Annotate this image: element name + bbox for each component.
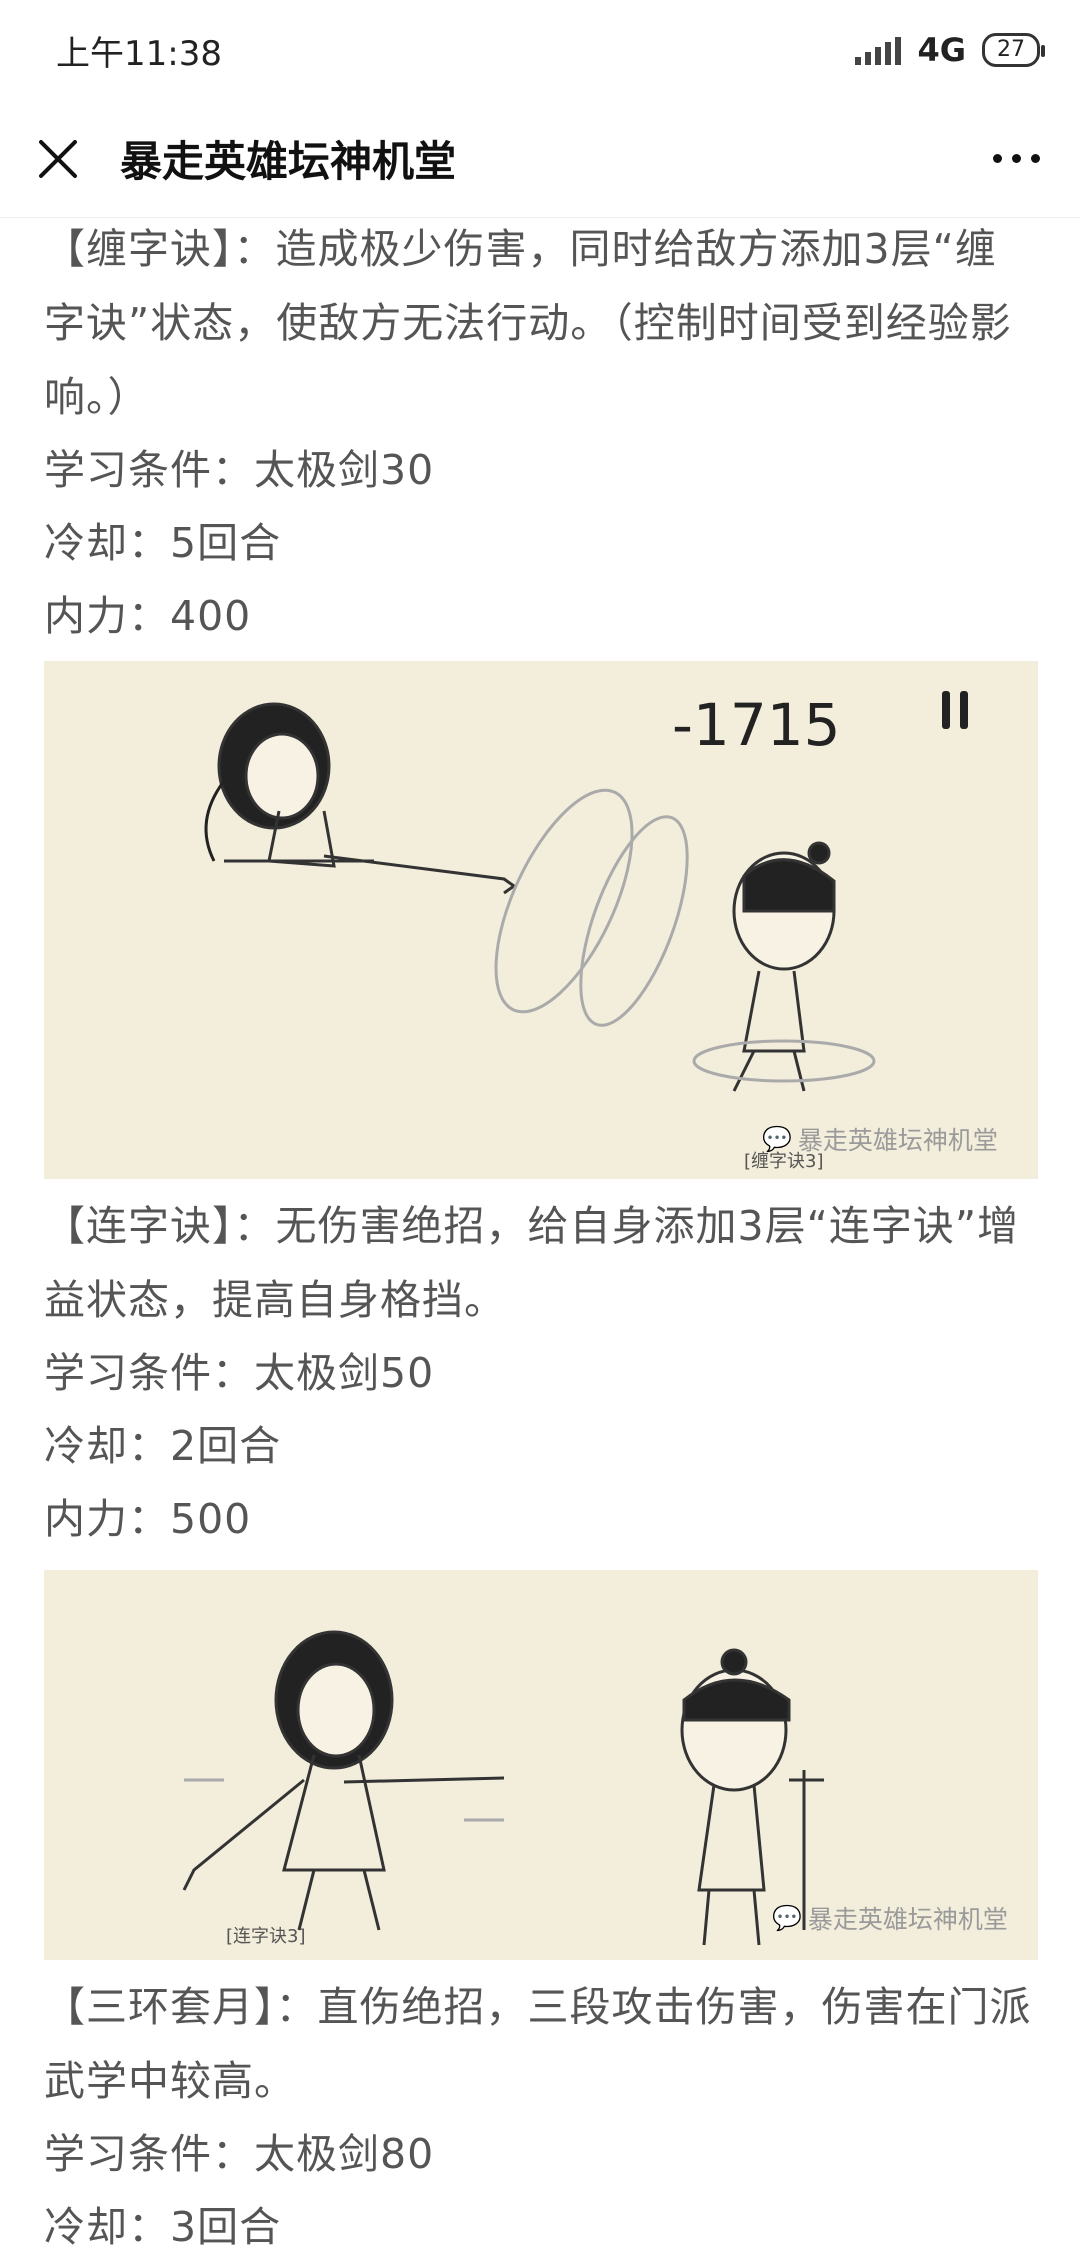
skill-illustration-image: -1715 [缠字诀3] 💬 暴走英雄坛神机堂 bbox=[44, 661, 1038, 1179]
image-caption: [连字诀3] bbox=[226, 1926, 306, 1947]
watermark-text: 暴走英雄坛神机堂 bbox=[797, 1126, 998, 1155]
pause-icon bbox=[942, 691, 968, 729]
skill-description: 【连字诀】：无伤害绝招，给自身添加3层“连字诀”增益状态，提高自身格挡。 bbox=[44, 1202, 1020, 1324]
skill-requirement: 学习条件：太极剑50 bbox=[44, 1349, 435, 1397]
article-content: 【缠字诀】：造成极少伤害，同时给敌方添加3层“缠字诀”状态，使敌方无法行动。（控… bbox=[44, 218, 1038, 2264]
status-bar: 上午11:38 4G 27 bbox=[0, 0, 1080, 100]
watermark: 💬 暴走英雄坛神机堂 bbox=[762, 1121, 998, 1157]
status-icons: 4G 27 bbox=[855, 31, 1045, 69]
nav-bar: 暴走英雄坛神机堂 bbox=[0, 100, 1080, 218]
wechat-icon: 💬 bbox=[762, 1125, 792, 1153]
wechat-icon: 💬 bbox=[772, 1904, 802, 1932]
skill-mana: 内力：400 bbox=[44, 592, 252, 640]
skill-cooldown: 冷却：5回合 bbox=[44, 519, 282, 567]
skill-description: 【三环套月】：直伤绝招，三段攻击伤害，伤害在门派武学中较高。 bbox=[44, 1983, 1032, 2105]
watermark-text: 暴走英雄坛神机堂 bbox=[807, 1905, 1008, 1934]
illustration-drawing bbox=[204, 702, 876, 1092]
signal-icon bbox=[855, 35, 902, 65]
skill-mana: 内力：500 bbox=[44, 1495, 252, 1543]
skill-requirement: 学习条件：太极剑30 bbox=[44, 446, 435, 494]
status-time: 上午11:38 bbox=[56, 33, 222, 74]
network-label: 4G bbox=[917, 31, 966, 69]
skill-cooldown: 冷却：2回合 bbox=[44, 1422, 282, 1470]
watermark: 💬 暴走英雄坛神机堂 bbox=[772, 1900, 1008, 1936]
skill-illustration-image: [连字诀3] 💬 暴走英雄坛神机堂 bbox=[44, 1570, 1038, 1960]
more-options-icon[interactable] bbox=[987, 144, 1046, 173]
page-title: 暴走英雄坛神机堂 bbox=[120, 137, 457, 186]
skill-requirement: 学习条件：太极剑80 bbox=[44, 2130, 435, 2178]
battery-icon: 27 bbox=[982, 33, 1045, 67]
damage-number: -1715 bbox=[672, 691, 841, 759]
close-icon[interactable] bbox=[34, 135, 82, 183]
skill-description: 【缠字诀】：造成极少伤害，同时给敌方添加3层“缠字诀”状态，使敌方无法行动。（控… bbox=[44, 225, 1012, 421]
skill-cooldown: 冷却：3回合 bbox=[44, 2203, 282, 2251]
